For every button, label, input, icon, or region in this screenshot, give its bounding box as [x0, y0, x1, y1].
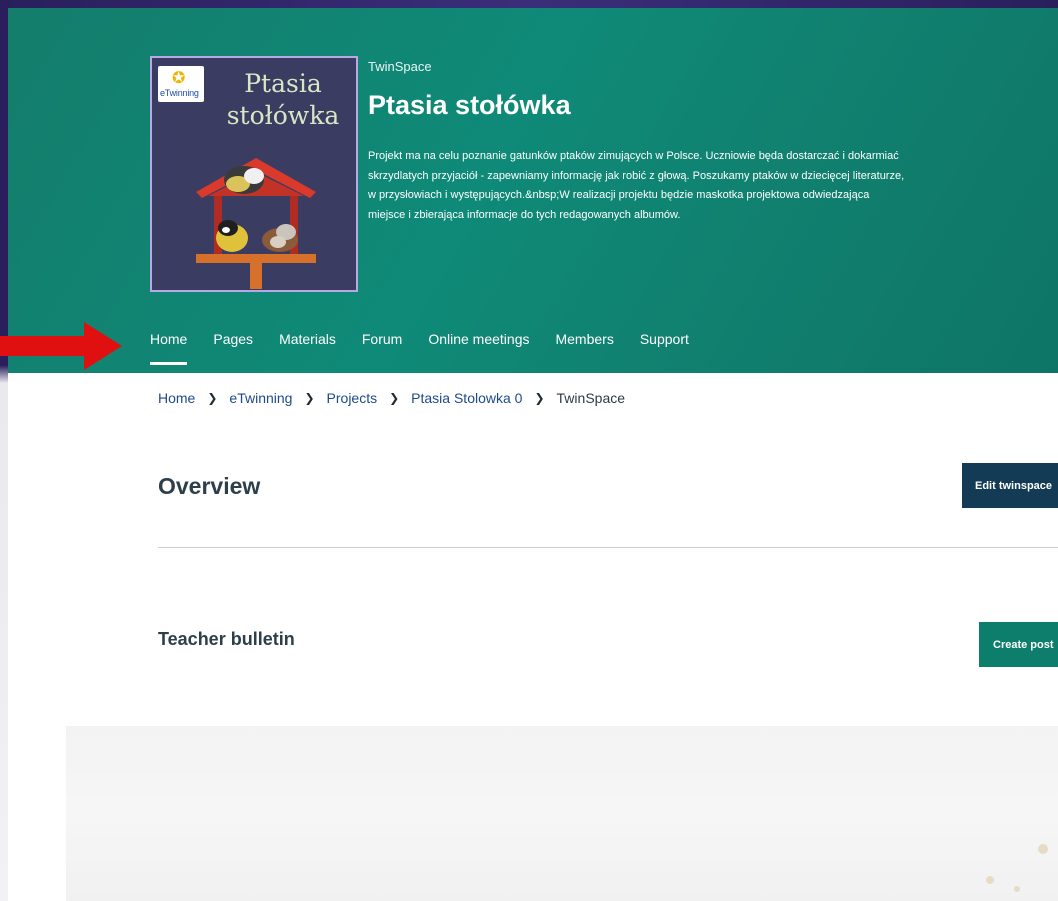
nav-pages[interactable]: Pages [213, 322, 253, 365]
bulletin-content-area [66, 726, 1058, 901]
breadcrumb: Home ❯ eTwinning ❯ Projects ❯ Ptasia Sto… [158, 390, 625, 406]
nav-members[interactable]: Members [555, 322, 613, 365]
nav-materials[interactable]: Materials [279, 322, 336, 365]
chevron-right-icon: ❯ [534, 391, 545, 405]
etwinning-star-icon: ✪ [172, 68, 186, 87]
cover-title-line1: Ptasia [244, 69, 322, 98]
bird-feeder-illustration [196, 158, 316, 289]
edit-twinspace-button[interactable]: Edit twinspace [962, 463, 1058, 508]
cover-title: Ptasia stołówka [208, 68, 356, 132]
cover-title-line2: stołówka [226, 101, 340, 130]
teacher-bulletin-heading: Teacher bulletin [158, 629, 295, 649]
breadcrumb-etwinning[interactable]: eTwinning [229, 390, 292, 406]
top-frame-strip [0, 0, 1058, 8]
overview-heading: Overview [158, 473, 261, 499]
nav-online-meetings[interactable]: Online meetings [428, 322, 529, 365]
twinspace-nav: Home Pages Materials Forum Online meetin… [150, 322, 689, 365]
nav-forum[interactable]: Forum [362, 322, 402, 365]
nav-support[interactable]: Support [640, 322, 689, 365]
project-description: Projekt ma na celu poznanie gatunków pta… [368, 150, 905, 221]
breadcrumb-home[interactable]: Home [158, 390, 195, 406]
section-divider [158, 547, 1058, 548]
etwinning-logo: ✪ eTwinning [158, 66, 204, 102]
page-kicker: TwinSpace [368, 59, 432, 74]
breadcrumb-current: TwinSpace [556, 390, 626, 406]
nav-home[interactable]: Home [150, 322, 188, 365]
red-arrow-icon [0, 322, 122, 370]
project-cover-image: ✪ eTwinning Ptasia stołówka [150, 56, 358, 292]
decorative-speck [986, 876, 994, 884]
decorative-speck [1014, 886, 1020, 892]
breadcrumb-project[interactable]: Ptasia Stolowka 0 [411, 390, 522, 406]
chevron-right-icon: ❯ [389, 391, 400, 405]
create-post-button[interactable]: Create post [979, 622, 1058, 667]
chevron-right-icon: ❯ [304, 391, 315, 405]
left-frame-strip [0, 8, 8, 901]
project-title: Ptasia stołówka [368, 90, 571, 120]
decorative-speck [1038, 844, 1048, 854]
chevron-right-icon: ❯ [207, 391, 218, 405]
etwinning-logo-text: eTwinning [160, 88, 199, 98]
breadcrumb-projects[interactable]: Projects [327, 390, 378, 406]
